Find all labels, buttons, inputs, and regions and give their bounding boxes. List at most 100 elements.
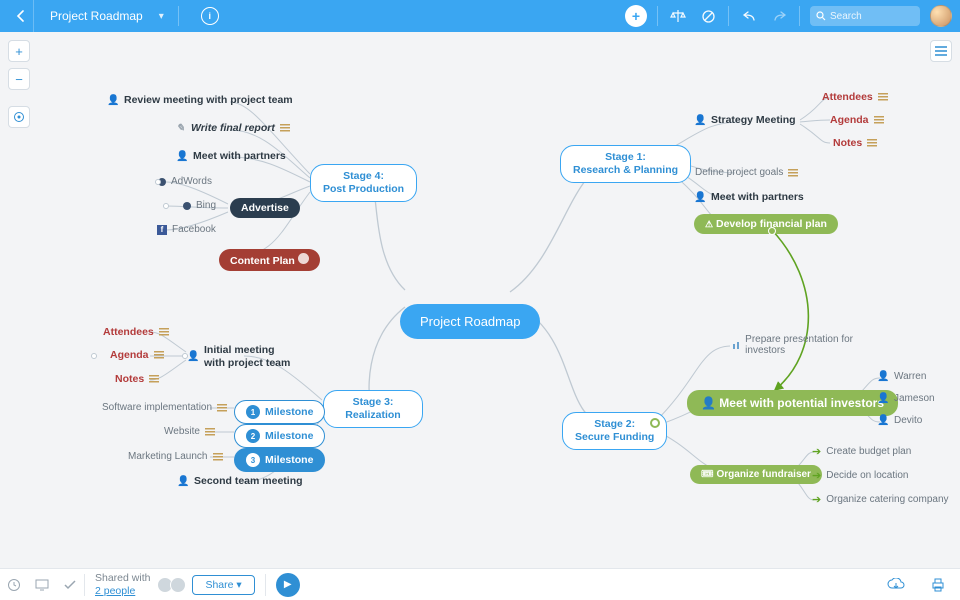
check-icon[interactable]	[56, 571, 84, 599]
back-button[interactable]	[8, 0, 34, 32]
ticket-icon: 🎟	[701, 469, 714, 480]
notes-icon	[217, 404, 227, 412]
s3-initial-meeting[interactable]: 👤Initial meeting with project team	[188, 344, 298, 369]
s2-location[interactable]: ➔Decide on location	[812, 469, 909, 482]
notes-icon	[149, 375, 159, 383]
share-button[interactable]: Share ▾	[192, 575, 254, 595]
s2-budget[interactable]: ➔Create budget plan	[812, 445, 911, 458]
s2-meet-investors[interactable]: 👤 Meet with potential investors	[687, 390, 898, 416]
s1-attendees[interactable]: Attendees	[822, 91, 888, 103]
pencil-icon: ✎	[175, 123, 186, 134]
s2-fundraiser[interactable]: 🎟 Organize fundraiser	[690, 465, 822, 484]
s3-milestone2[interactable]: 2Milestone	[234, 424, 325, 448]
s2-catering[interactable]: ➔Organize catering company	[812, 493, 949, 506]
s4-facebook[interactable]: fFacebook	[157, 224, 216, 235]
user-avatar[interactable]	[930, 5, 952, 27]
s4-bing[interactable]: Bing	[183, 200, 216, 211]
undo-button[interactable]	[739, 6, 759, 26]
s4-review[interactable]: 👤Review meeting with project team	[108, 94, 293, 106]
zoom-out-button[interactable]: −	[8, 68, 30, 90]
s3-notes[interactable]: Notes	[115, 373, 159, 385]
balance-icon[interactable]	[668, 6, 688, 26]
notes-icon	[205, 428, 215, 436]
joint	[91, 353, 97, 359]
history-icon[interactable]	[0, 571, 28, 599]
notes-icon	[788, 169, 798, 177]
s3-milestone3[interactable]: 3Milestone	[234, 448, 325, 472]
s2-devito[interactable]: 👤Devito	[878, 415, 922, 426]
stage2-status-dot	[650, 418, 660, 428]
s4-partners[interactable]: 👤Meet with partners	[177, 150, 286, 162]
person-icon: 👤	[695, 192, 706, 203]
badge-1: 1	[246, 405, 260, 419]
search-input[interactable]: Search	[810, 6, 920, 26]
s3-marketing[interactable]: Marketing Launch	[128, 451, 223, 462]
s4-adwords[interactable]: AdWords	[158, 176, 212, 187]
s2-prep[interactable]: Prepare presentation for investors	[733, 334, 853, 356]
zoom-tools: + −	[8, 40, 30, 128]
top-bar: Project Roadmap ▾ i + Search	[0, 0, 960, 32]
notes-icon	[213, 453, 223, 461]
s3-milestone1[interactable]: 1Milestone	[234, 400, 325, 424]
search-placeholder: Search	[830, 11, 862, 22]
mindmap-canvas[interactable]: Project Roadmap Stage 1:Research & Plann…	[0, 32, 960, 568]
stage4-node[interactable]: Stage 4:Post Production	[310, 164, 417, 202]
add-button[interactable]: +	[625, 5, 647, 27]
arrow-icon: ➔	[812, 445, 821, 458]
stage1-node[interactable]: Stage 1:Research & Planning	[560, 145, 691, 183]
arrow-icon: ➔	[812, 469, 821, 482]
locate-button[interactable]	[8, 106, 30, 128]
info-button[interactable]: i	[201, 7, 219, 25]
s2-jameson[interactable]: 👤Jameson	[878, 393, 935, 404]
s1-financial-plan[interactable]: ⚠︎ Develop financial plan	[694, 214, 838, 234]
s1-goals[interactable]: Define project goals	[695, 167, 798, 178]
notes-icon	[874, 116, 884, 124]
zoom-in-button[interactable]: +	[8, 40, 30, 62]
arrow-icon: ➔	[812, 493, 821, 506]
person-icon: 👤	[701, 396, 716, 410]
notes-icon	[867, 139, 877, 147]
joint	[163, 203, 169, 209]
search-icon	[816, 11, 826, 21]
s2-warren[interactable]: 👤Warren	[878, 371, 926, 382]
redo-button[interactable]	[769, 6, 789, 26]
badge-2: 2	[246, 429, 260, 443]
s3-attendees[interactable]: Attendees	[103, 326, 169, 338]
panel-toggle-button[interactable]	[930, 40, 952, 62]
central-node[interactable]: Project Roadmap	[400, 304, 540, 339]
s1-notes[interactable]: Notes	[833, 137, 877, 149]
person-icon: 👤	[695, 115, 706, 126]
print-icon[interactable]	[924, 571, 952, 599]
title-dropdown-icon[interactable]: ▾	[159, 11, 164, 22]
s4-content-plan[interactable]: Content Plan	[219, 249, 320, 271]
shared-people-link[interactable]: 2 people	[95, 585, 135, 597]
connection-knob	[768, 227, 776, 235]
notes-icon	[159, 328, 169, 336]
s4-report[interactable]: ✎Write final report	[175, 122, 290, 134]
play-button[interactable]: ▶	[276, 573, 300, 597]
person-icon: 👤	[188, 351, 199, 362]
present-icon[interactable]	[28, 571, 56, 599]
s3-second-meeting[interactable]: 👤Second team meeting	[178, 475, 303, 487]
s3-software[interactable]: Software implementation	[102, 402, 227, 413]
person-icon: 👤	[878, 393, 889, 404]
cloud-download-icon[interactable]	[882, 571, 910, 599]
stage3-node[interactable]: Stage 3:Realization	[323, 390, 423, 428]
document-title[interactable]: Project Roadmap	[44, 9, 149, 23]
s4-advertise[interactable]: Advertise	[230, 198, 300, 218]
badge-3: 3	[246, 453, 260, 467]
s1-partners[interactable]: 👤Meet with partners	[695, 191, 804, 203]
notes-icon	[280, 124, 290, 132]
disable-icon[interactable]	[698, 6, 718, 26]
joint	[155, 179, 161, 185]
connector-lines	[0, 32, 960, 568]
facebook-icon: f	[157, 225, 167, 235]
s3-agenda[interactable]: Agenda	[110, 349, 164, 361]
s3-website[interactable]: Website	[164, 426, 215, 437]
s1-agenda[interactable]: Agenda	[830, 114, 884, 126]
person-icon: 👤	[177, 151, 188, 162]
chart-icon	[733, 341, 740, 349]
person-icon: 👤	[878, 371, 889, 382]
s1-strategy-meeting[interactable]: 👤Strategy Meeting	[695, 114, 796, 126]
shared-with: Shared with 2 people Share ▾	[85, 572, 265, 596]
